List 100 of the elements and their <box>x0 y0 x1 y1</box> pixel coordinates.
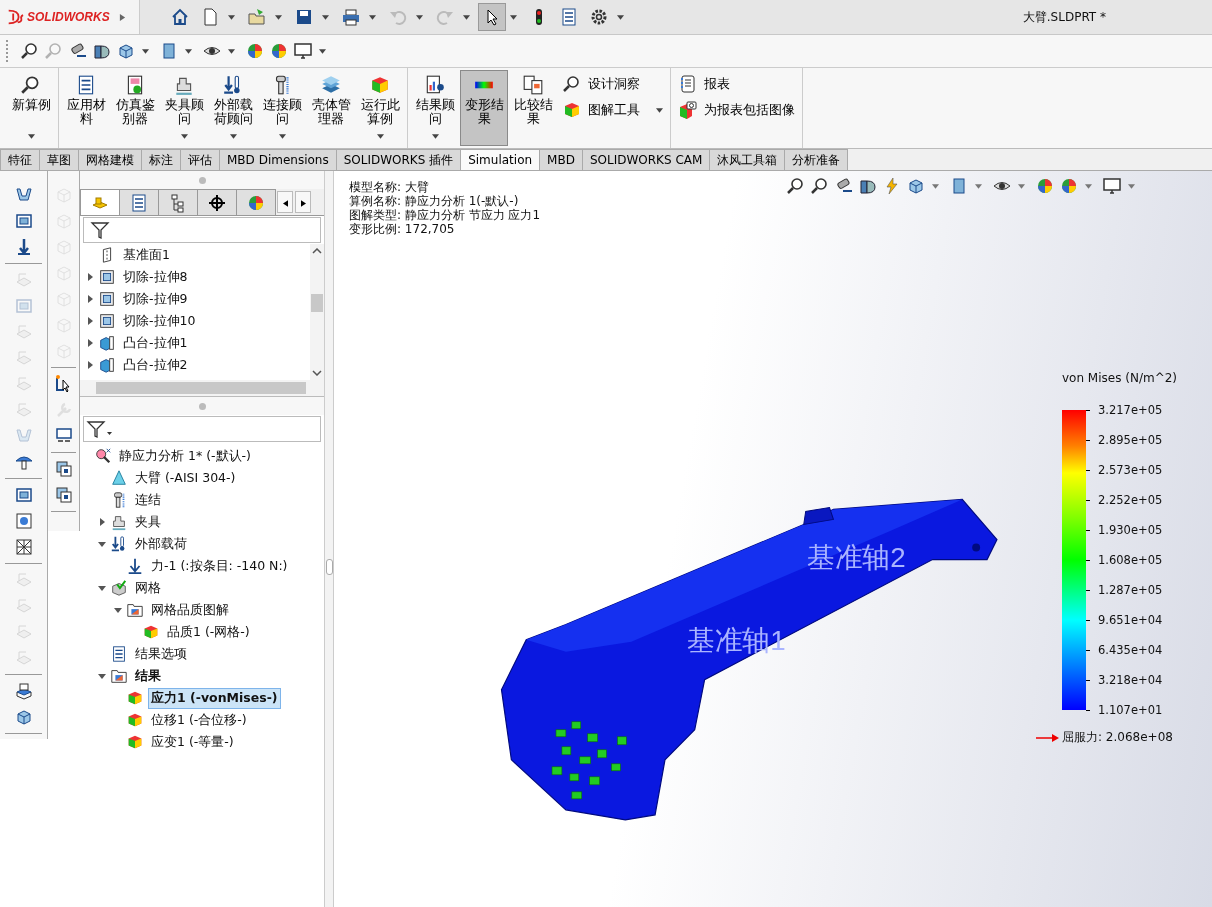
tree-item[interactable]: 基准面1 <box>120 244 173 266</box>
tree-item[interactable]: 力-1 (:按条目: -140 N:) <box>148 555 291 577</box>
expand-arrow-icon[interactable] <box>98 584 106 592</box>
caret-icon[interactable] <box>228 48 235 54</box>
filter-field[interactable] <box>83 217 321 243</box>
ribbon-button[interactable]: 变形结果 <box>460 70 508 146</box>
caret-icon[interactable] <box>228 14 235 20</box>
tree-item[interactable]: 结果 <box>132 665 164 687</box>
ball-icon[interactable] <box>269 41 289 61</box>
expand-arrow-icon[interactable] <box>98 672 106 680</box>
ribbon-button[interactable]: 壳体管理器 <box>307 70 355 146</box>
tree-item[interactable]: 大臂 (-AISI 304-) <box>132 467 239 489</box>
ribbon-button[interactable]: 为报表包括图像 <box>674 98 799 122</box>
tree-item[interactable]: 切除-拉伸9 <box>120 288 191 310</box>
magnifier-icon[interactable] <box>20 41 40 61</box>
expand-arrow-icon[interactable] <box>98 518 106 526</box>
caret-icon[interactable] <box>319 48 326 54</box>
scrollbar-thumb[interactable] <box>311 294 323 312</box>
tab[interactable]: 分析准备 <box>784 149 849 170</box>
expand-arrow-icon[interactable] <box>86 339 94 347</box>
tree-item[interactable]: 凸台-拉伸2 <box>120 354 191 376</box>
ribbon-button[interactable]: 设计洞察 <box>558 72 667 96</box>
caret-icon[interactable] <box>322 14 329 20</box>
tree-item[interactable]: 连结 <box>132 489 164 511</box>
tab[interactable]: 标注 <box>141 149 181 170</box>
tree-item[interactable]: 应力1 (-vonMises-) <box>148 687 281 709</box>
toolbar-button[interactable] <box>478 3 506 31</box>
grid-square-icon[interactable] <box>13 537 34 557</box>
desk-icon[interactable] <box>13 681 34 701</box>
tree-item[interactable]: 夹具 <box>132 511 164 533</box>
tree-item[interactable]: 切除-拉伸8 <box>120 266 191 288</box>
tab[interactable]: SOLIDWORKS CAM <box>581 149 711 170</box>
drag-handle[interactable] <box>198 402 206 410</box>
expand-arrow-icon[interactable] <box>86 295 94 303</box>
expand-arrow-icon[interactable] <box>98 540 106 548</box>
caret-icon[interactable] <box>275 14 282 20</box>
ribbon-button[interactable]: 报表 <box>674 72 799 96</box>
magnifier-icon[interactable] <box>810 176 830 196</box>
tree-item[interactable]: 切除-拉伸10 <box>120 310 199 332</box>
tab[interactable]: MBD <box>539 149 583 170</box>
tree-item[interactable]: 凸台-拉伸1 <box>120 332 191 354</box>
scroll-left-button[interactable] <box>277 191 293 213</box>
ribbon-button[interactable]: 外部载荷顾问 <box>209 70 257 146</box>
drag-handle[interactable] <box>198 176 206 184</box>
expand-arrow-icon[interactable] <box>86 361 94 369</box>
caret-icon[interactable] <box>1018 183 1025 189</box>
magnifier-icon[interactable] <box>786 176 806 196</box>
expand-arrow-icon[interactable] <box>86 273 94 281</box>
horizontal-scrollbar[interactable] <box>80 380 324 397</box>
ribbon-button[interactable]: 仿真鉴别器 <box>111 70 159 146</box>
caret-icon[interactable] <box>617 14 624 20</box>
tab[interactable]: MBD Dimensions <box>219 149 337 170</box>
tab[interactable]: 评估 <box>180 149 220 170</box>
tree-item[interactable]: 静应力分析 1* (-默认-) <box>116 445 254 467</box>
monitor-icon[interactable] <box>293 41 313 61</box>
tree-item[interactable]: 网格品质图解 <box>148 599 232 621</box>
tree-item[interactable]: 品质1 (-网格-) <box>164 621 253 643</box>
ribbon-button[interactable]: 运行此算例 <box>356 70 404 146</box>
tab[interactable]: 沐风工具箱 <box>709 149 786 170</box>
vertical-scrollbar[interactable] <box>310 244 324 380</box>
caret-icon[interactable] <box>932 183 939 189</box>
scroll-down-icon[interactable] <box>312 370 322 376</box>
ball-icon[interactable] <box>1035 176 1055 196</box>
box-frame-icon[interactable] <box>13 211 34 231</box>
disk-box-icon[interactable] <box>13 511 34 531</box>
scrollbar-thumb[interactable] <box>96 382 306 394</box>
ribbon-button[interactable]: 新算例 <box>7 70 55 146</box>
caret-icon[interactable] <box>142 48 149 54</box>
stacked-squares-icon[interactable] <box>53 485 74 505</box>
tab[interactable]: SOLIDWORKS 插件 <box>335 149 462 170</box>
tree-item[interactable]: 结果选项 <box>132 643 190 665</box>
tab[interactable]: 网格建模 <box>78 149 142 170</box>
box-frame-icon[interactable] <box>13 485 34 505</box>
ribbon-button[interactable]: 应用材料 <box>62 70 110 146</box>
scroll-up-icon[interactable] <box>312 248 322 254</box>
caret-icon[interactable] <box>510 14 517 20</box>
splitter-handle[interactable] <box>325 559 333 575</box>
caret-icon[interactable] <box>369 14 376 20</box>
tree-item[interactable]: 外部载荷 <box>132 533 190 555</box>
tab[interactable] <box>197 189 237 215</box>
caret-icon[interactable] <box>975 183 982 189</box>
expand-arrow-icon[interactable] <box>86 317 94 325</box>
tree-item[interactable]: 位移1 (-合位移-) <box>148 709 250 731</box>
ribbon-button[interactable]: 夹具顾问 <box>160 70 208 146</box>
filter-field[interactable] <box>83 416 321 442</box>
ball-icon[interactable] <box>245 41 265 61</box>
ribbon-button[interactable]: 结果顾问 <box>411 70 459 146</box>
expand-arrow-icon[interactable] <box>114 606 122 614</box>
ribbon-button[interactable]: 图解工具 <box>558 98 667 122</box>
tab[interactable]: 草图 <box>39 149 79 170</box>
tree-item[interactable]: 网格 <box>132 577 164 599</box>
ribbon-button[interactable]: 比较结果 <box>509 70 557 146</box>
expand-arrow-icon[interactable] <box>118 12 126 22</box>
tab[interactable]: 特征 <box>0 149 40 170</box>
tree-item[interactable]: 应变1 (-等量-) <box>148 731 237 753</box>
caret-icon[interactable] <box>185 48 192 54</box>
tab[interactable]: Simulation <box>460 149 541 170</box>
ball-icon[interactable] <box>1059 176 1079 196</box>
ribbon-button[interactable]: 连接顾问 <box>258 70 306 146</box>
scroll-right-button[interactable] <box>295 191 311 213</box>
